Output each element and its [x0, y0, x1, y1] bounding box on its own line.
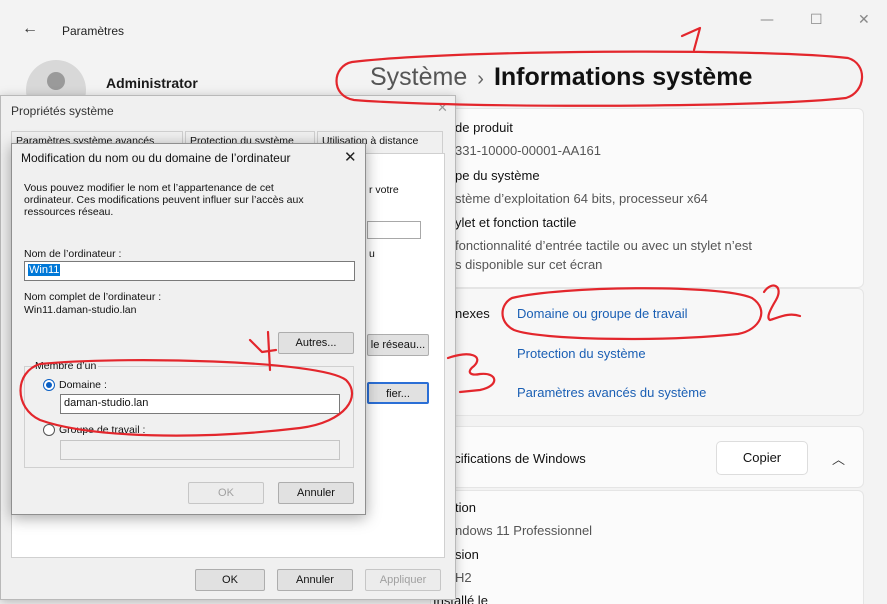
- rename-dialog-title: Modification du nom ou du domaine de l’o…: [21, 151, 291, 165]
- breadcrumb: Système › Informations système: [370, 63, 752, 92]
- version-label: sion: [455, 547, 479, 562]
- apply-button[interactable]: Appliquer: [365, 569, 441, 591]
- modify-button[interactable]: fier...: [367, 382, 429, 404]
- link-advanced-system-settings[interactable]: Paramètres avancés du système: [517, 385, 706, 400]
- workgroup-input[interactable]: [60, 440, 340, 460]
- breadcrumb-system[interactable]: Système: [370, 63, 467, 91]
- network-id-button[interactable]: le réseau...: [367, 334, 429, 356]
- related-links-label: nexes: [455, 306, 490, 321]
- domain-radio[interactable]: [43, 379, 55, 391]
- page-title: Informations système: [493, 63, 753, 91]
- user-name: Administrator: [106, 75, 198, 91]
- description-line2: ordinateur. Ces modifications peuvent in…: [24, 194, 304, 206]
- link-system-protection[interactable]: Protection du système: [517, 346, 646, 361]
- partial-text: u: [369, 248, 375, 260]
- version-value: H2: [455, 570, 472, 585]
- full-name-label: Nom complet de l’ordinateur :: [24, 291, 162, 303]
- breadcrumb-separator: ›: [477, 68, 484, 90]
- product-id-value: 331-10000-00001-AA161: [455, 143, 602, 158]
- workgroup-label: Groupe de travail :: [59, 424, 146, 436]
- close-icon[interactable]: ✕: [344, 148, 357, 166]
- windows-spec-body: [430, 490, 864, 604]
- system-type-label: pe du système: [455, 168, 540, 183]
- rename-computer-dialog: Modification du nom ou du domaine de l’o…: [11, 143, 366, 515]
- close-icon[interactable]: ✕: [437, 100, 448, 116]
- product-id-label: de produit: [455, 120, 513, 135]
- ok-button[interactable]: OK: [188, 482, 264, 504]
- minimize-icon[interactable]: —: [760, 12, 774, 28]
- edition-value: ndows 11 Professionnel: [455, 523, 593, 538]
- copy-button[interactable]: Copier: [716, 441, 808, 475]
- cancel-button[interactable]: Annuler: [278, 482, 354, 504]
- more-button[interactable]: Autres...: [278, 332, 354, 354]
- title-bar: ← Paramètres — ☐ ✕: [0, 0, 887, 56]
- cancel-button[interactable]: Annuler: [277, 569, 353, 591]
- partial-text: r votre: [369, 184, 399, 196]
- full-name-value: Win11.daman-studio.lan: [24, 304, 137, 316]
- computer-name-input[interactable]: Win11: [24, 261, 355, 281]
- edition-label: tion: [455, 500, 476, 515]
- domain-label: Domaine :: [59, 379, 107, 391]
- pen-touch-value-line2: s disponible sur cet écran: [455, 257, 603, 272]
- link-domain-workgroup[interactable]: Domaine ou groupe de travail: [517, 306, 688, 321]
- close-icon[interactable]: ✕: [858, 12, 870, 28]
- description-line3: ressources réseau.: [24, 206, 114, 218]
- domain-input[interactable]: daman-studio.lan: [60, 394, 340, 414]
- windows-spec-title: écifications de Windows: [447, 451, 586, 466]
- computer-name-label: Nom de l’ordinateur :: [24, 248, 122, 260]
- pen-touch-value-line1: fonctionnalité d’entrée tactile ou avec …: [455, 238, 753, 253]
- description-line1: Vous pouvez modifier le nom et l’apparte…: [24, 182, 274, 194]
- system-properties-title: Propriétés système: [11, 104, 114, 118]
- system-type-value: stème d’exploitation 64 bits, processeur…: [455, 191, 708, 206]
- workgroup-radio[interactable]: [43, 424, 55, 436]
- chevron-up-icon[interactable]: ︿: [832, 449, 845, 468]
- member-of-label: Membre d’un: [33, 360, 99, 372]
- computer-description-input[interactable]: [367, 221, 421, 239]
- computer-name-value: Win11: [28, 264, 61, 276]
- ok-button[interactable]: OK: [195, 569, 265, 591]
- maximize-icon[interactable]: ☐: [810, 12, 823, 28]
- pen-touch-label: ylet et fonction tactile: [455, 215, 577, 230]
- back-arrow-icon[interactable]: ←: [22, 20, 42, 40]
- app-title: Paramètres: [62, 24, 125, 38]
